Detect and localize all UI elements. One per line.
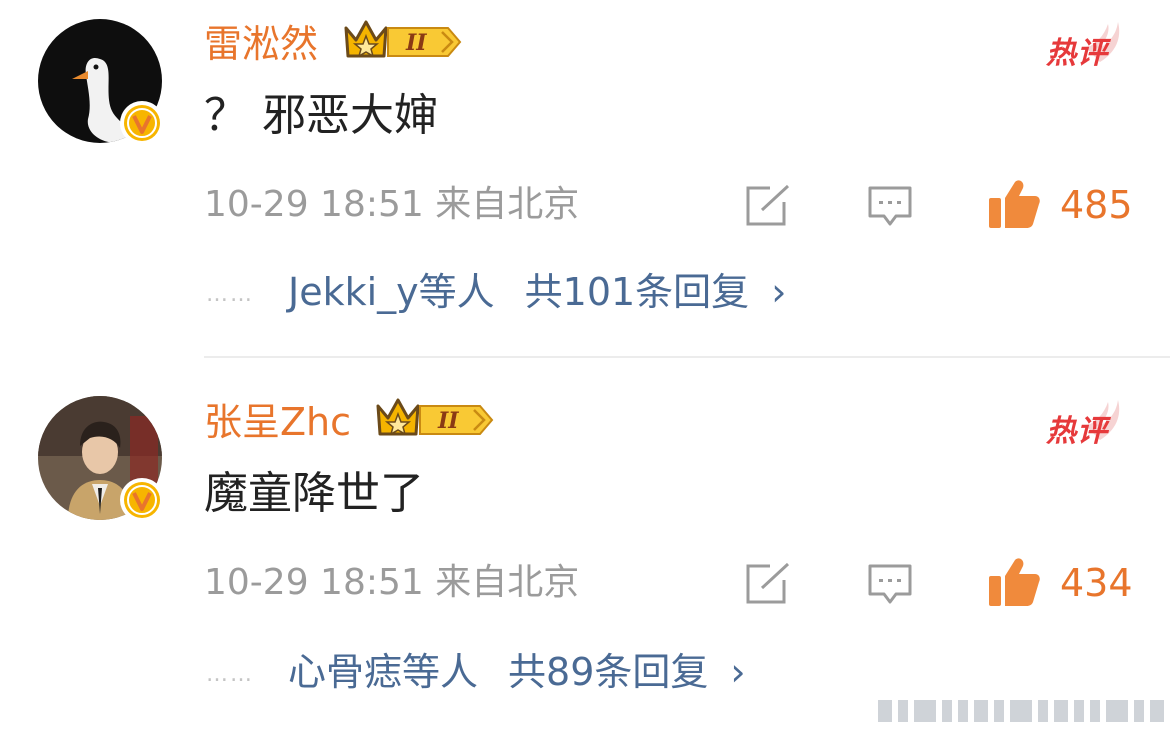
view-replies-link[interactable]: …… Jekki_y等人 共101条回复 › xyxy=(206,266,786,321)
hot-comment-badge: 热评 xyxy=(1046,22,1126,71)
vip-crown-badge-icon[interactable]: II xyxy=(340,18,464,66)
comment-meta: 10-29 18:51 来自北京 xyxy=(204,562,580,603)
username[interactable]: 张呈Zhc xyxy=(204,398,351,446)
like-count: 434 xyxy=(1060,561,1133,605)
replies-total: 共89条回复 xyxy=(508,650,709,694)
comment-meta: 10-29 18:51 来自北京 xyxy=(204,184,580,225)
hot-comment-label: 热评 xyxy=(1046,414,1108,449)
comment-reply-icon[interactable] xyxy=(866,184,914,228)
replies-who: 心骨痣等人 xyxy=(288,650,479,694)
username[interactable]: 雷淞然 xyxy=(204,20,318,68)
hot-comment-badge: 热评 xyxy=(1046,400,1126,449)
replies-ellipsis: …… xyxy=(206,661,254,687)
chevron-right-icon: › xyxy=(771,270,787,314)
replies-total: 共101条回复 xyxy=(524,270,750,314)
share-icon[interactable] xyxy=(744,562,792,606)
comment-text: ？ 邪恶大婶 xyxy=(204,90,438,141)
thumbs-up-icon[interactable] xyxy=(987,178,1041,230)
like-count: 485 xyxy=(1060,183,1133,227)
verified-v-icon xyxy=(120,101,164,145)
svg-text:II: II xyxy=(437,408,459,434)
share-icon[interactable] xyxy=(744,184,792,228)
thumbs-up-icon[interactable] xyxy=(987,556,1041,608)
svg-text:II: II xyxy=(405,30,427,56)
view-replies-link[interactable]: …… 心骨痣等人 共89条回复 › xyxy=(206,646,746,701)
replies-who: Jekki_y等人 xyxy=(288,270,495,314)
comment-item: 雷淞然 II 热评 ？ 邪恶大婶 10-29 18:51 来自北京 485 ……… xyxy=(0,0,1170,358)
comment-text: 魔童降世了 xyxy=(204,468,424,519)
replies-ellipsis: …… xyxy=(206,281,254,307)
avatar[interactable] xyxy=(38,19,164,145)
chevron-right-icon: › xyxy=(730,650,746,694)
comment-reply-icon[interactable] xyxy=(866,562,914,606)
hot-comment-label: 热评 xyxy=(1046,36,1108,71)
divider xyxy=(204,356,1170,358)
vip-crown-badge-icon[interactable]: II xyxy=(372,396,496,444)
comment-item: 张呈Zhc II 热评 魔童降世了 10-29 18:51 来自北京 434 …… xyxy=(0,378,1170,738)
comment-list: 雷淞然 II 热评 ？ 邪恶大婶 10-29 18:51 来自北京 485 ……… xyxy=(0,0,1170,738)
verified-v-icon xyxy=(120,478,164,522)
bottom-indicator-bar xyxy=(878,700,1170,738)
avatar[interactable] xyxy=(38,396,164,522)
